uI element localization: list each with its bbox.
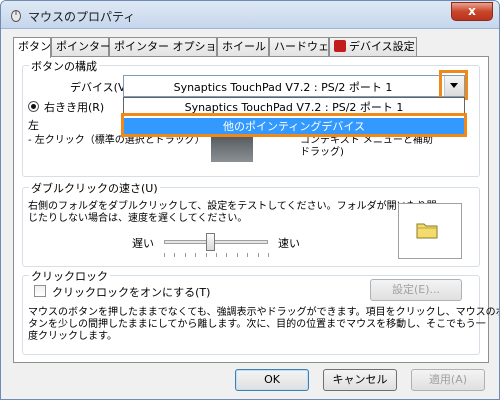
tab-wheel[interactable]: ホイール [217, 37, 269, 57]
tab-hardware[interactable]: ハードウェア [269, 37, 340, 57]
slow-label: 遅い [132, 237, 154, 250]
tab-device-settings-label: デバイス設定 [349, 40, 415, 53]
fast-label: 速い [278, 237, 300, 250]
radio-selected-dot [31, 104, 36, 109]
right-click-description-2: ドラッグ) [300, 147, 344, 158]
slider-tick [164, 253, 165, 257]
click-lock-label: クリックロック [29, 268, 110, 284]
mouse-icon [11, 10, 21, 22]
slider-tick [184, 253, 186, 257]
tab-device-settings[interactable]: デバイス設定 [329, 37, 417, 57]
right-handed-label: 右きき用(R) [44, 101, 105, 114]
close-button[interactable]: x [451, 2, 493, 21]
slider-tick [247, 253, 249, 257]
double-click-speed-track[interactable] [164, 240, 268, 244]
right-handed-radio[interactable] [28, 101, 39, 112]
device-select[interactable]: Synaptics TouchPad V7.2 : PS/2 ポート 1 [123, 75, 465, 97]
double-click-speed-thumb[interactable] [205, 233, 215, 251]
dropdown-button-highlight [439, 70, 468, 100]
slider-tick [174, 253, 176, 257]
synaptics-icon [334, 40, 346, 52]
click-lock-settings-button[interactable]: 設定(E)... [370, 279, 462, 301]
tab-pointers[interactable]: ポインター [51, 37, 111, 57]
click-lock-checkbox[interactable] [34, 285, 46, 297]
slider-tick [236, 253, 238, 257]
title-bar: マウスのプロパティ x [1, 1, 499, 29]
click-lock-description-3: 度クリックします。 [28, 331, 117, 342]
test-area[interactable] [398, 203, 462, 259]
double-click-description-2: じたりしない場合は、速度を遅くしてください。 [28, 213, 248, 224]
slider-tick [205, 253, 207, 257]
window-title: マウスのプロパティ [28, 10, 136, 24]
apply-button[interactable]: 適用(A) [411, 369, 485, 391]
slider-tick [268, 253, 269, 257]
tab-panel: ボタンの構成 デバイス(V): Synaptics TouchPad V7.2 … [13, 56, 499, 363]
slider-tick [226, 253, 228, 257]
slider-tick [195, 253, 197, 257]
slider-tick [257, 253, 259, 257]
ok-button[interactable]: OK [235, 369, 309, 391]
tab-buttons[interactable]: ボタン [13, 37, 51, 58]
other-device-highlight [121, 113, 467, 137]
device-select-value: Synaptics TouchPad V7.2 : PS/2 ポート 1 [173, 81, 393, 94]
double-click-label: ダブルクリックの速さ(U) [29, 180, 160, 196]
folder-icon [416, 223, 438, 239]
cancel-button[interactable]: キャンセル [323, 369, 397, 391]
button-config-label: ボタンの構成 [29, 58, 99, 74]
click-lock-checkbox-label: クリックロックをオンにする(T) [52, 286, 211, 299]
slider-tick [216, 253, 217, 257]
tab-pointer-options[interactable]: ポインター オプション [109, 37, 228, 57]
mouse-properties-dialog: マウスのプロパティ x ボタン ポインター ポインター オプション ホイール ハ… [0, 0, 500, 400]
